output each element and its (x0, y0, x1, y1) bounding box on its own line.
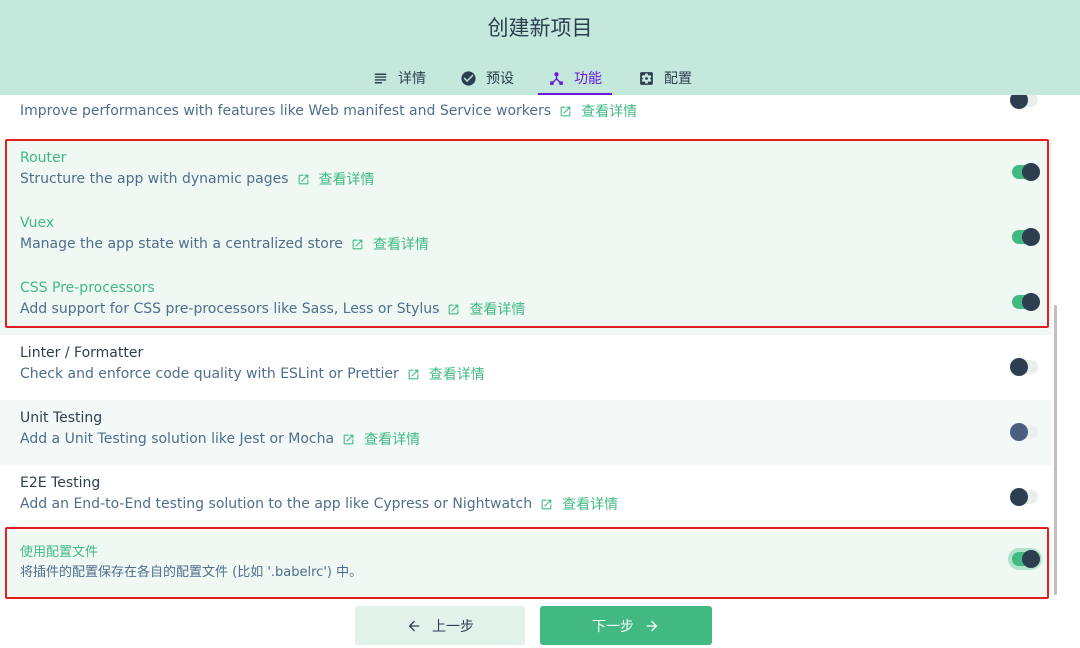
open-in-new-icon (560, 106, 571, 116)
toggle-knob (1022, 228, 1040, 246)
open-in-new-icon (298, 174, 308, 184)
feature-toggle[interactable] (1012, 163, 1040, 181)
arrow-back-icon (408, 620, 420, 631)
open-in-new-icon (449, 304, 459, 314)
settings-applications-icon (640, 71, 653, 85)
feature-name: CSS Pre-processors (20, 280, 155, 296)
feature-row-config-files[interactable]: 使用配置文件 将插件的配置保存在各自的配置文件 (比如 '.babelrc') … (0, 532, 1052, 597)
open-in-new-icon (352, 239, 363, 249)
arrow-forward-icon (646, 620, 658, 631)
toggle-knob (1010, 423, 1028, 441)
feature-desc: Manage the app state with a centralized … (20, 234, 429, 254)
feature-desc: Check and enforce code quality with ESLi… (20, 364, 485, 384)
open-in-new-icon (343, 434, 354, 444)
prev-step-button[interactable]: 上一步 (355, 606, 525, 645)
tab-label: 详情 (398, 71, 426, 87)
tab-features[interactable]: 功能 (538, 62, 612, 95)
feature-row-css-preprocessors[interactable]: CSS Pre-processors Add support for CSS p… (0, 270, 1052, 335)
feature-desc: Add support for CSS pre-processors like … (20, 299, 525, 319)
check-circle-icon (461, 70, 476, 86)
feature-toggle[interactable] (1010, 358, 1038, 376)
toggle-knob (1022, 293, 1040, 311)
feature-toggle[interactable] (1012, 550, 1040, 568)
feature-desc-text: Add an End-to-End testing solution to th… (20, 496, 533, 512)
feature-toggle[interactable] (1010, 95, 1038, 109)
tab-config[interactable]: 配置 (638, 62, 692, 94)
header: 创建新项目 详情 预设 功能 配置 (0, 0, 1080, 95)
tab-label: 配置 (664, 71, 692, 87)
feature-desc: Improve performances with features like … (20, 101, 637, 121)
feature-name: Unit Testing (20, 410, 103, 426)
feature-name: 使用配置文件 (20, 545, 99, 560)
feature-name: Linter / Formatter (20, 345, 144, 361)
tab-label: 功能 (574, 71, 602, 87)
feature-row-e2e-testing[interactable]: E2E Testing Add an End-to-End testing so… (0, 465, 1052, 530)
toggle-knob (1022, 163, 1040, 181)
feature-list: Improve performances with features like … (0, 95, 1052, 600)
feature-name: Vuex (20, 215, 55, 231)
more-info-link[interactable]: 查看详情 (429, 364, 485, 384)
feature-desc: 将插件的配置保存在各自的配置文件 (比如 '.babelrc') 中。 (20, 561, 362, 580)
open-in-new-icon (408, 369, 419, 379)
feature-desc: Structure the app with dynamic pages 查看详… (20, 169, 375, 189)
feature-toggle[interactable] (1012, 293, 1040, 311)
feature-desc-text: Improve performances with features like … (20, 103, 552, 119)
feature-desc-text: Structure the app with dynamic pages (20, 171, 289, 187)
feature-desc-text: Manage the app state with a centralized … (20, 236, 343, 252)
feature-desc-text: Add support for CSS pre-processors like … (20, 301, 440, 317)
open-in-new-icon (541, 499, 552, 509)
feature-desc: Add an End-to-End testing solution to th… (20, 494, 618, 514)
toggle-knob (1010, 358, 1028, 376)
feature-toggle[interactable] (1010, 423, 1038, 441)
feature-row-linter[interactable]: Linter / Formatter Check and enforce cod… (0, 335, 1052, 400)
more-info-link[interactable]: 查看详情 (319, 169, 375, 189)
feature-desc-text: 将插件的配置保存在各自的配置文件 (比如 '.babelrc') 中。 (20, 565, 363, 580)
toggle-knob (1022, 550, 1040, 568)
more-info-link[interactable]: 查看详情 (469, 299, 525, 319)
tab-presets[interactable]: 预设 (460, 62, 514, 94)
feature-toggle[interactable] (1010, 488, 1038, 506)
feature-row-router[interactable]: Router Structure the app with dynamic pa… (0, 140, 1052, 205)
feature-row-pwa[interactable]: Improve performances with features like … (0, 95, 1052, 120)
feature-name: Router (20, 150, 67, 166)
subject-icon (374, 73, 387, 83)
feature-row-vuex[interactable]: Vuex Manage the app state with a central… (0, 205, 1052, 270)
device-hub-icon (550, 71, 563, 85)
tab-label: 预设 (486, 71, 514, 87)
more-info-link[interactable]: 查看详情 (373, 234, 429, 254)
prev-step-label: 上一步 (432, 618, 474, 635)
next-step-button[interactable]: 下一步 (540, 606, 712, 645)
next-step-label: 下一步 (592, 618, 634, 635)
feature-desc-text: Check and enforce code quality with ESLi… (20, 366, 399, 382)
feature-desc-text: Add a Unit Testing solution like Jest or… (20, 431, 335, 447)
scrollbar-thumb[interactable] (1054, 305, 1057, 595)
feature-row-unit-testing[interactable]: Unit Testing Add a Unit Testing solution… (0, 400, 1052, 465)
feature-desc: Add a Unit Testing solution like Jest or… (20, 429, 420, 449)
toggle-knob (1010, 95, 1028, 109)
page-title: 创建新项目 (487, 16, 593, 40)
tab-bar: 详情 预设 功能 配置 (0, 62, 1080, 95)
toggle-knob (1010, 488, 1028, 506)
more-info-link[interactable]: 查看详情 (581, 101, 637, 121)
feature-toggle[interactable] (1012, 228, 1040, 246)
tab-details[interactable]: 详情 (372, 62, 426, 94)
feature-name: E2E Testing (20, 475, 101, 491)
more-info-link[interactable]: 查看详情 (562, 494, 618, 514)
more-info-link[interactable]: 查看详情 (364, 429, 420, 449)
